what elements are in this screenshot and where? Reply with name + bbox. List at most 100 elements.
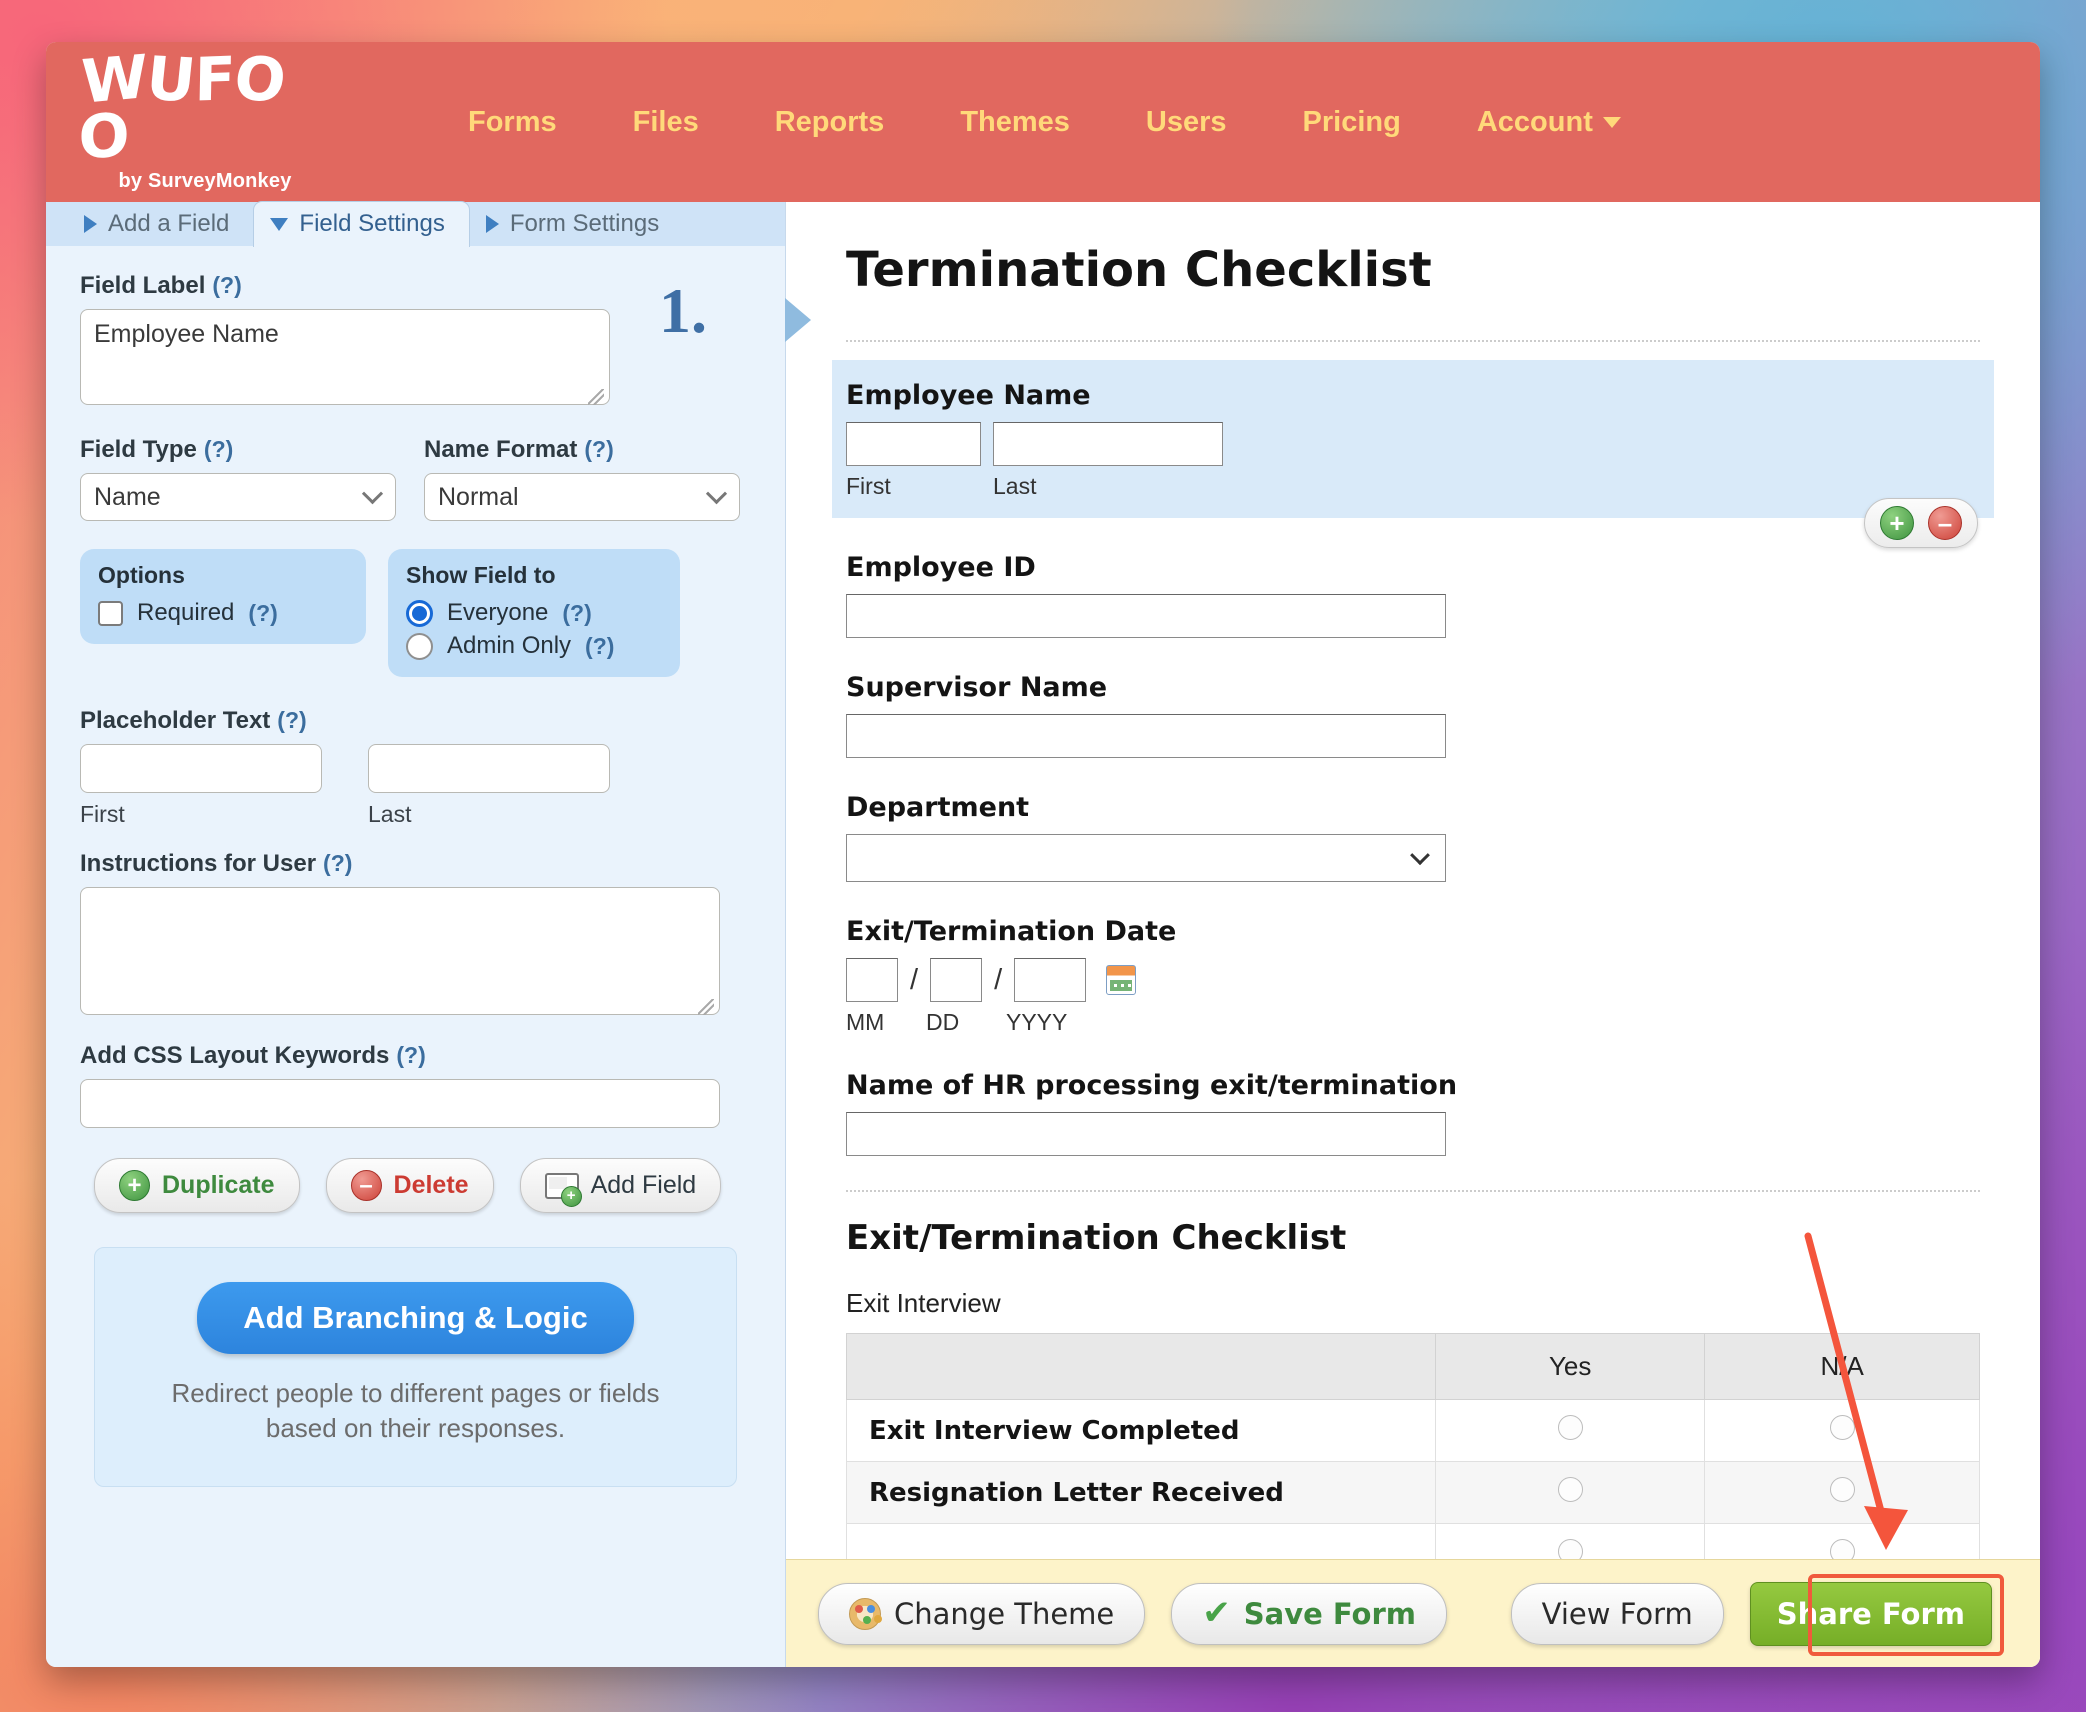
name-format-select[interactable]: Normal — [424, 473, 740, 521]
table-header-blank — [845, 1333, 1437, 1400]
table-cell-na[interactable] — [1704, 1523, 1980, 1559]
css-keywords-input[interactable] — [80, 1079, 720, 1128]
required-checkbox[interactable] — [98, 600, 123, 626]
employee-last-name-caption: Last — [993, 473, 1037, 499]
calendar-icon[interactable] — [1106, 965, 1137, 995]
divider — [846, 1190, 1980, 1192]
show-field-everyone-row[interactable]: Everyone (?) — [406, 599, 662, 627]
triangle-right-icon — [84, 214, 97, 233]
radio-icon[interactable] — [1829, 1414, 1855, 1440]
table-header-row: Yes N/A — [845, 1333, 1980, 1400]
form-title: Termination Checklist — [846, 242, 1432, 298]
field-settings-panel: Add a Field Field Settings Form Settings… — [46, 201, 786, 1667]
field-type-select[interactable]: Name — [80, 473, 396, 521]
field-label-text: Field Label — [80, 272, 206, 299]
show-field-everyone-help-icon[interactable]: (?) — [562, 600, 591, 627]
view-form-button[interactable]: View Form — [1510, 1582, 1724, 1645]
department-select[interactable] — [846, 834, 1446, 882]
form-field-exit-date[interactable]: Exit/Termination Date / / MM DD YYYY — [846, 916, 1980, 1036]
nav-item-pricing[interactable]: Pricing — [1265, 96, 1439, 149]
show-field-admin-label: Admin Only — [447, 632, 572, 659]
form-field-exit-date-label: Exit/Termination Date — [846, 916, 1177, 947]
save-form-button[interactable]: ✔ Save Form — [1171, 1582, 1447, 1645]
show-field-admin-radio[interactable] — [406, 632, 433, 660]
employee-last-name-input[interactable] — [993, 422, 1223, 466]
table-cell-na[interactable] — [1704, 1461, 1980, 1524]
placeholder-text-label-text: Placeholder Text — [80, 707, 271, 734]
exit-date-day-input[interactable] — [930, 958, 983, 1002]
tab-field-settings[interactable]: Field Settings — [253, 201, 470, 247]
table-cell-na[interactable] — [1704, 1399, 1980, 1462]
tab-add-a-field-label: Add a Field — [108, 209, 230, 237]
exit-date-month-input[interactable] — [846, 958, 898, 1002]
form-field-department[interactable]: Department — [846, 792, 1980, 882]
hr-name-input[interactable] — [846, 1112, 1446, 1156]
placeholder-last-input[interactable] — [368, 744, 610, 793]
nav-item-account[interactable]: Account — [1439, 96, 1621, 149]
remove-field-icon[interactable]: – — [1928, 506, 1962, 540]
show-field-group: Show Field to Everyone (?) Admin Only (?… — [388, 549, 680, 677]
add-field-button[interactable]: Add Field — [519, 1158, 722, 1213]
table-row-label-resignation-letter-received: Resignation Letter Received — [845, 1461, 1437, 1524]
radio-icon[interactable] — [1557, 1538, 1583, 1559]
tab-field-settings-label: Field Settings — [299, 210, 445, 237]
supervisor-name-input[interactable] — [846, 714, 1446, 758]
selected-field-pointer-icon — [785, 298, 811, 342]
name-format-help-icon[interactable]: (?) — [584, 436, 613, 463]
tab-form-settings[interactable]: Form Settings — [470, 202, 683, 246]
required-label: Required — [137, 599, 235, 626]
required-help-icon[interactable]: (?) — [248, 600, 277, 627]
change-theme-button[interactable]: Change Theme — [818, 1582, 1146, 1645]
form-field-employee-id[interactable]: Employee ID — [846, 552, 1980, 638]
delete-button[interactable]: – Delete — [325, 1158, 494, 1213]
change-theme-label: Change Theme — [894, 1596, 1115, 1631]
table-row-label-exit-interview-completed: Exit Interview Completed — [845, 1399, 1437, 1462]
employee-id-input[interactable] — [846, 594, 1446, 638]
show-field-admin-row[interactable]: Admin Only (?) — [406, 632, 662, 660]
share-form-button[interactable]: Share Form — [1749, 1581, 1992, 1646]
duplicate-button[interactable]: + Duplicate — [94, 1158, 300, 1213]
field-type-help-icon[interactable]: (?) — [204, 436, 233, 463]
radio-icon[interactable] — [1829, 1538, 1855, 1559]
show-field-everyone-radio[interactable] — [406, 599, 433, 627]
nav-item-files[interactable]: Files — [595, 96, 737, 149]
employee-first-name-input[interactable] — [846, 422, 981, 466]
nav-item-users[interactable]: Users — [1108, 96, 1265, 149]
form-field-employee-name[interactable]: Employee Name First Last + – — [832, 360, 1994, 548]
add-branching-logic-button[interactable]: Add Branching & Logic — [197, 1282, 634, 1354]
show-field-admin-help-icon[interactable]: (?) — [585, 633, 614, 660]
table-cell-yes[interactable] — [1435, 1523, 1706, 1559]
table-cell-yes[interactable] — [1435, 1399, 1706, 1462]
radio-icon[interactable] — [1557, 1476, 1583, 1502]
required-option-row[interactable]: Required (?) — [98, 599, 348, 627]
tab-add-a-field[interactable]: Add a Field — [68, 202, 253, 246]
resize-grip-icon[interactable] — [588, 389, 604, 405]
resize-grip-icon[interactable] — [698, 999, 714, 1015]
css-keywords-help-icon[interactable]: (?) — [396, 1042, 425, 1069]
placeholder-first-caption: First — [80, 801, 125, 827]
exit-date-year-input[interactable] — [1014, 958, 1087, 1002]
table-cell-yes[interactable] — [1435, 1461, 1706, 1524]
nav-item-themes[interactable]: Themes — [922, 96, 1108, 149]
placeholder-text-help-icon[interactable]: (?) — [277, 707, 306, 734]
placeholder-last-caption: Last — [368, 801, 412, 827]
placeholder-first-input[interactable] — [80, 744, 322, 793]
nav-item-forms[interactable]: Forms — [430, 96, 595, 149]
form-preview-scroll-area[interactable]: Termination Checklist Employee Name Firs… — [786, 202, 2040, 1559]
field-label-label: Field Label (?) — [80, 272, 751, 300]
table-row — [845, 1523, 1980, 1559]
instructions-input[interactable] — [80, 887, 720, 1015]
add-field-icon[interactable]: + — [1880, 506, 1914, 540]
add-field-icon — [544, 1172, 582, 1207]
field-label-input[interactable]: Employee Name — [80, 309, 610, 405]
radio-icon[interactable] — [1557, 1414, 1583, 1440]
wufoo-logo[interactable]: WUFOO by SurveyMonkey — [78, 42, 330, 193]
radio-icon[interactable] — [1829, 1476, 1855, 1502]
form-field-supervisor-name[interactable]: Supervisor Name — [846, 672, 1980, 758]
field-label-help-icon[interactable]: (?) — [212, 272, 241, 299]
placeholder-text-label: Placeholder Text (?) — [80, 707, 751, 735]
nav-item-reports[interactable]: Reports — [737, 96, 923, 149]
instructions-help-icon[interactable]: (?) — [323, 850, 352, 877]
divider — [846, 340, 1980, 342]
form-field-hr-name[interactable]: Name of HR processing exit/termination — [846, 1070, 1980, 1156]
